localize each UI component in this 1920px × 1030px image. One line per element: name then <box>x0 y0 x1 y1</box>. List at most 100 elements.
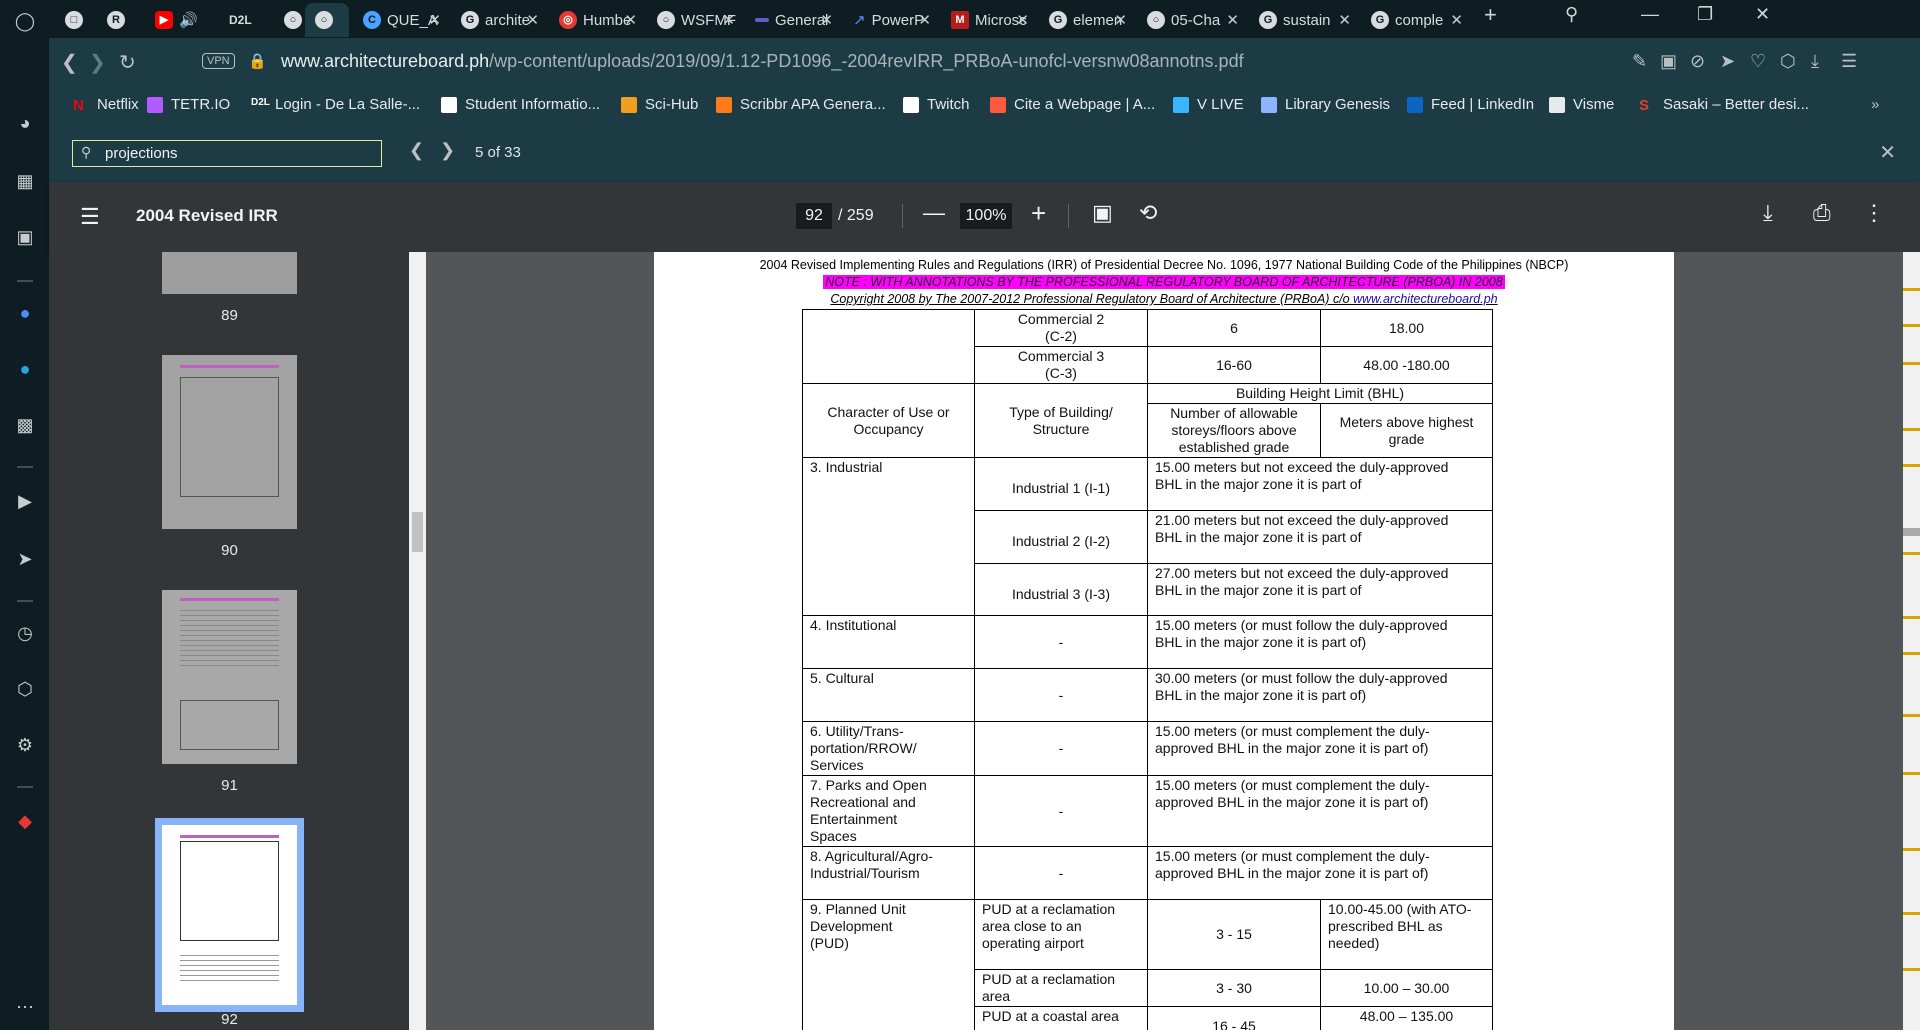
tab-que[interactable]: C QUE_A ✕ <box>353 3 449 37</box>
tab-general[interactable]: General ✕ <box>745 3 841 37</box>
thumbnail-92-selected[interactable] <box>155 818 304 1012</box>
table-header-row: Character of Use or Occupancy Type of Bu… <box>802 383 1493 458</box>
bookmark-vlive[interactable]: V LIVE <box>1173 96 1244 113</box>
tab-05-cha[interactable]: ○ 05-Cha ✕ <box>1137 3 1247 37</box>
tab-archite[interactable]: Garchite ✕ <box>451 3 547 37</box>
close-tab-icon[interactable]: ✕ <box>1338 11 1351 29</box>
reload-icon[interactable]: ↻ <box>119 50 136 75</box>
rotate-icon[interactable]: ⟲ <box>1139 200 1157 226</box>
bookmark-libgen[interactable]: Library Genesis <box>1261 96 1390 113</box>
find-previous-icon[interactable]: ❮ <box>409 140 424 161</box>
d2l-icon: D2L <box>251 96 270 108</box>
close-tab-icon[interactable]: ✕ <box>820 11 833 29</box>
telegram-icon[interactable]: ● <box>12 356 38 382</box>
easy-setup-icon[interactable]: ☰ <box>1841 51 1857 72</box>
find-close-icon[interactable]: ✕ <box>1879 140 1896 165</box>
bookmark-linkedin[interactable]: Feed | LinkedIn <box>1407 96 1534 113</box>
close-tab-icon[interactable]: ✕ <box>1114 11 1127 29</box>
discord-icon[interactable]: ▩ <box>12 412 38 438</box>
tab-powerp[interactable]: ↗ PowerP ✕ <box>843 3 939 37</box>
fit-page-icon[interactable]: ▣ <box>1092 200 1113 226</box>
pdf-download-icon[interactable]: ⤓ <box>1763 200 1773 226</box>
new-tab-icon[interactable]: + <box>1484 2 1497 28</box>
doc-link[interactable]: www.architectureboard.ph <box>1353 292 1498 306</box>
bookmark-scihub[interactable]: Sci-Hub <box>621 96 698 113</box>
find-input[interactable] <box>105 143 375 164</box>
close-tab-icon[interactable]: ✕ <box>722 11 735 29</box>
tab-microsoft[interactable]: M Microsc ✕ <box>941 3 1037 37</box>
tab-sustain[interactable]: Gsustain ✕ <box>1249 3 1359 37</box>
player-icon[interactable]: ▶ <box>12 488 38 514</box>
more-bookmarks-icon[interactable]: » <box>1871 96 1879 113</box>
download-icon[interactable]: ⤓ <box>1811 51 1819 72</box>
find-field[interactable]: ⚲ <box>72 140 382 167</box>
ublock-icon[interactable]: ◆ <box>12 808 38 834</box>
back-icon[interactable]: ❮ <box>61 50 78 75</box>
minimize-icon[interactable]: — <box>1641 4 1659 25</box>
opera-sidebar: ◯ ◕ ▦ ▣ ● ● ▩ ▶ ➤ ◷ ⬡ ⚙ ◆ ⋯ <box>0 0 49 1030</box>
close-tab-icon[interactable]: ✕ <box>1226 11 1239 29</box>
send-icon[interactable]: ➤ <box>12 546 38 572</box>
share-icon[interactable]: ➤ <box>1720 51 1735 72</box>
tab-humbe[interactable]: ◎ Humbe ✕ <box>549 3 645 37</box>
messenger-icon[interactable]: ● <box>12 300 38 326</box>
tab-d2l[interactable]: D2L <box>219 3 273 37</box>
close-tab-icon[interactable]: ✕ <box>526 11 539 29</box>
thumbnail-scrollbar[interactable] <box>409 252 426 1030</box>
search-tabs-icon[interactable]: ⚲ <box>1565 4 1578 25</box>
bookmark-twitch[interactable]: Twitch <box>903 96 970 113</box>
settings-icon[interactable]: ⚙ <box>12 732 38 758</box>
tab-comple[interactable]: Gcomple ✕ <box>1361 3 1471 37</box>
vpn-badge[interactable]: VPN <box>202 53 235 69</box>
zoom-out-icon[interactable]: — <box>923 200 945 226</box>
thumbnail-89[interactable] <box>162 252 297 294</box>
bookmark-scribbr[interactable]: Scribbr APA Genera... <box>716 96 886 113</box>
bookmark-tetrio[interactable]: TETR.IO <box>147 96 230 113</box>
bookmark-student-info[interactable]: Student Informatio... <box>441 96 600 113</box>
bookmark-netflix[interactable]: N Netflix <box>73 96 139 114</box>
thumbnail-90[interactable] <box>162 355 297 529</box>
sidebar-menu-icon[interactable]: ☰ <box>80 204 100 230</box>
close-tab-icon[interactable]: ✕ <box>918 11 931 29</box>
bookmark-cite[interactable]: Cite a Webpage | A... <box>990 96 1155 113</box>
zoom-input[interactable]: 100% <box>960 203 1012 229</box>
extensions-cube-icon[interactable]: ⬡ <box>12 676 38 702</box>
tab-youtube[interactable]: ▶ 🔊 <box>145 3 217 37</box>
print-icon[interactable]: ⎙ <box>1813 200 1831 226</box>
lock-icon[interactable]: 🔒 <box>248 52 267 70</box>
heart-icon[interactable]: ♡ <box>1750 51 1766 72</box>
pdf-toolbar: ☰ 2004 Revised IRR 92 / 259 — 100% + ▣ ⟲… <box>49 182 1920 252</box>
tab-wsfmf[interactable]: ○ WSFMF ✕ <box>647 3 743 37</box>
restore-icon[interactable]: ❐ <box>1697 4 1713 25</box>
opera-logo-icon[interactable]: ◯ <box>12 8 38 34</box>
close-tab-icon[interactable]: ✕ <box>1450 11 1463 29</box>
twitch-icon[interactable]: ▣ <box>12 224 38 250</box>
edit-icon[interactable]: ✎ <box>1632 51 1647 72</box>
history-icon[interactable]: ◷ <box>12 620 38 646</box>
tab-active-pdf[interactable]: ○ <box>305 3 349 37</box>
thumbnail-91[interactable] <box>162 590 297 764</box>
workspaces-icon[interactable]: ▦ <box>12 168 38 194</box>
tab-elemen[interactable]: Gelemen ✕ <box>1039 3 1135 37</box>
pdf-scrollbar[interactable] <box>1903 252 1920 1030</box>
tab-pinned-2[interactable]: R <box>97 3 133 37</box>
close-tab-icon[interactable]: ✕ <box>1016 11 1029 29</box>
bookmark-dlsu[interactable]: D2L Login - De La Salle-... <box>251 96 420 113</box>
find-next-icon[interactable]: ❯ <box>440 140 455 161</box>
close-tab-icon[interactable]: ✕ <box>624 11 637 29</box>
forward-icon[interactable]: ❯ <box>89 50 106 75</box>
adblock-icon[interactable]: ⊘ <box>1690 51 1705 72</box>
pdf-more-icon[interactable]: ⋮ <box>1863 200 1885 226</box>
page-number-input[interactable]: 92 <box>796 203 832 229</box>
bookmark-visme[interactable]: Visme <box>1549 96 1614 113</box>
close-window-icon[interactable]: ✕ <box>1755 4 1770 25</box>
more-icon[interactable]: ⋯ <box>12 994 38 1020</box>
speed-dial-icon[interactable]: ◕ <box>12 110 38 136</box>
cube-icon[interactable]: ⬡ <box>1780 51 1796 72</box>
camera-icon[interactable]: ▣ <box>1660 51 1677 72</box>
close-tab-icon[interactable]: ✕ <box>428 11 441 29</box>
zoom-in-icon[interactable]: + <box>1031 198 1046 229</box>
tab-pinned-1[interactable]: □ <box>55 3 91 37</box>
url-field[interactable]: www.architectureboard.ph/wp-content/uplo… <box>281 51 1244 72</box>
bookmark-sasaki[interactable]: S Sasaki – Better desi... <box>1639 96 1809 114</box>
